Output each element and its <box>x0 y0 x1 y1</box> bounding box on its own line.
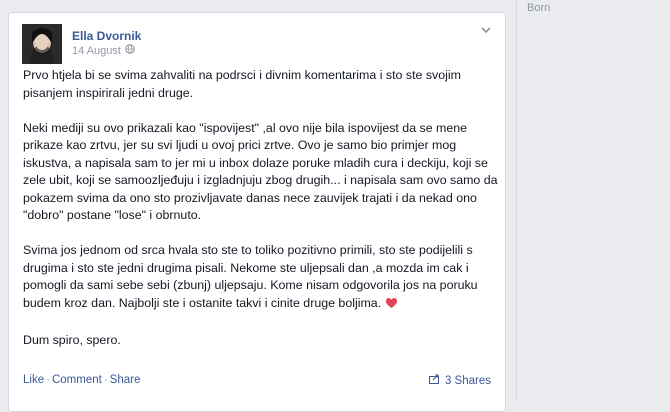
sidebar-born-label: Born <box>527 2 551 14</box>
action-separator: · <box>46 374 50 386</box>
chevron-down-icon[interactable] <box>479 23 493 37</box>
post-paragraph: Dum spiro, spero. <box>23 332 121 347</box>
post-paragraph: Prvo htjela bi se svima zahvaliti na pod… <box>23 68 461 100</box>
post-paragraph: Svima jos jednom od srca hvala sto ste t… <box>23 242 499 314</box>
shares-label: 3 Shares <box>444 374 491 387</box>
post-date[interactable]: 14 August <box>72 45 121 57</box>
heart-icon <box>385 297 398 315</box>
avatar[interactable] <box>22 24 62 64</box>
shares-count[interactable]: 3 Shares <box>428 374 491 387</box>
comment-button[interactable]: Comment <box>52 374 102 386</box>
sidebar-divider <box>516 0 517 400</box>
like-button[interactable]: Like <box>23 374 44 386</box>
post-meta: 14 August <box>72 44 135 57</box>
post-body: Prvo htjela bi se svima zahvaliti na pod… <box>23 67 499 367</box>
share-button[interactable]: Share <box>110 374 141 386</box>
post-author[interactable]: Ella Dvornik <box>72 29 141 43</box>
action-separator: · <box>103 374 108 386</box>
post-paragraph: Neki mediji su ovo prikazali kao "ispovi… <box>23 120 498 223</box>
globe-icon <box>125 44 135 57</box>
post-paragraph-text: Svima jos jednom od srca hvala sto ste t… <box>23 243 478 310</box>
post-card: Ella Dvornik 14 August Prvo htjela bi se… <box>8 12 506 412</box>
share-icon <box>428 374 441 387</box>
